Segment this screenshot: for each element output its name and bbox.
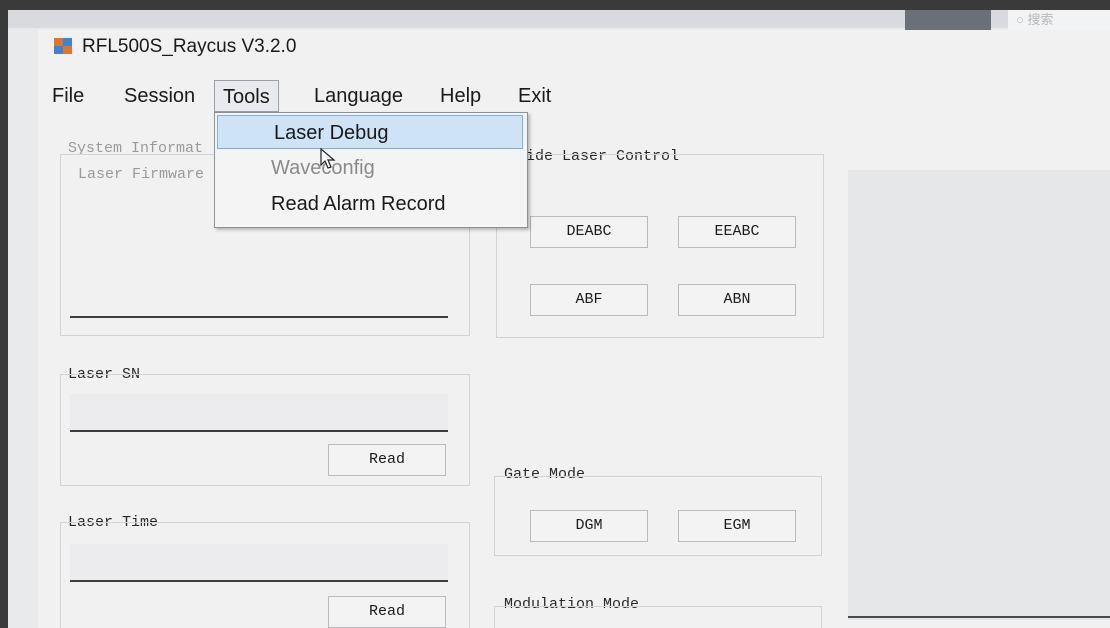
- menu-tools[interactable]: Tools: [214, 80, 279, 112]
- laser-time-field[interactable]: [70, 544, 448, 580]
- dgm-button[interactable]: DGM: [530, 510, 648, 542]
- deabc-button[interactable]: DEABC: [530, 216, 648, 248]
- window-title: RFL500S_Raycus V3.2.0: [82, 36, 297, 57]
- desktop-search-box[interactable]: ○ 搜索: [1008, 10, 1110, 30]
- firmware-value-field: [70, 316, 448, 318]
- abf-button[interactable]: ABF: [530, 284, 648, 316]
- app-icon: [54, 38, 72, 54]
- laser-time-read-button[interactable]: Read: [328, 596, 446, 628]
- laser-time-underline: [70, 580, 448, 582]
- app-window: RFL500S_Raycus V3.2.0 File Session Tools…: [38, 30, 1110, 628]
- mouse-cursor-icon: [320, 148, 336, 169]
- right-panel-divider: [848, 616, 1110, 618]
- menu-file[interactable]: File: [52, 80, 84, 112]
- menu-help[interactable]: Help: [440, 80, 481, 112]
- eeabc-button[interactable]: EEABC: [678, 216, 796, 248]
- taskbar-thumbnail[interactable]: [905, 10, 991, 30]
- modulation-mode-group: [494, 606, 822, 628]
- menu-item-waveconfig[interactable]: Waveconfig: [215, 151, 527, 185]
- screen: ○ 搜索 RFL500S_Raycus V3.2.0 File Session …: [8, 10, 1110, 628]
- laser-sn-field[interactable]: [70, 394, 448, 430]
- menu-language[interactable]: Language: [314, 80, 403, 112]
- menu-item-read-alarm-record[interactable]: Read Alarm Record: [215, 187, 527, 221]
- laser-sn-underline: [70, 430, 448, 432]
- menu-session[interactable]: Session: [124, 80, 195, 112]
- right-panel: [848, 170, 1110, 620]
- title-bar: RFL500S_Raycus V3.2.0: [38, 30, 1110, 64]
- search-placeholder: 搜索: [1027, 12, 1054, 27]
- egm-button[interactable]: EGM: [678, 510, 796, 542]
- menu-bar: File Session Tools Language Help Exit: [38, 80, 638, 114]
- menu-item-laser-debug[interactable]: Laser Debug: [217, 115, 523, 149]
- laser-sn-read-button[interactable]: Read: [328, 444, 446, 476]
- menu-exit[interactable]: Exit: [518, 80, 551, 112]
- search-icon: ○: [1016, 12, 1028, 27]
- tools-dropdown-menu: Laser Debug Waveconfig Read Alarm Record: [214, 112, 528, 228]
- abn-button[interactable]: ABN: [678, 284, 796, 316]
